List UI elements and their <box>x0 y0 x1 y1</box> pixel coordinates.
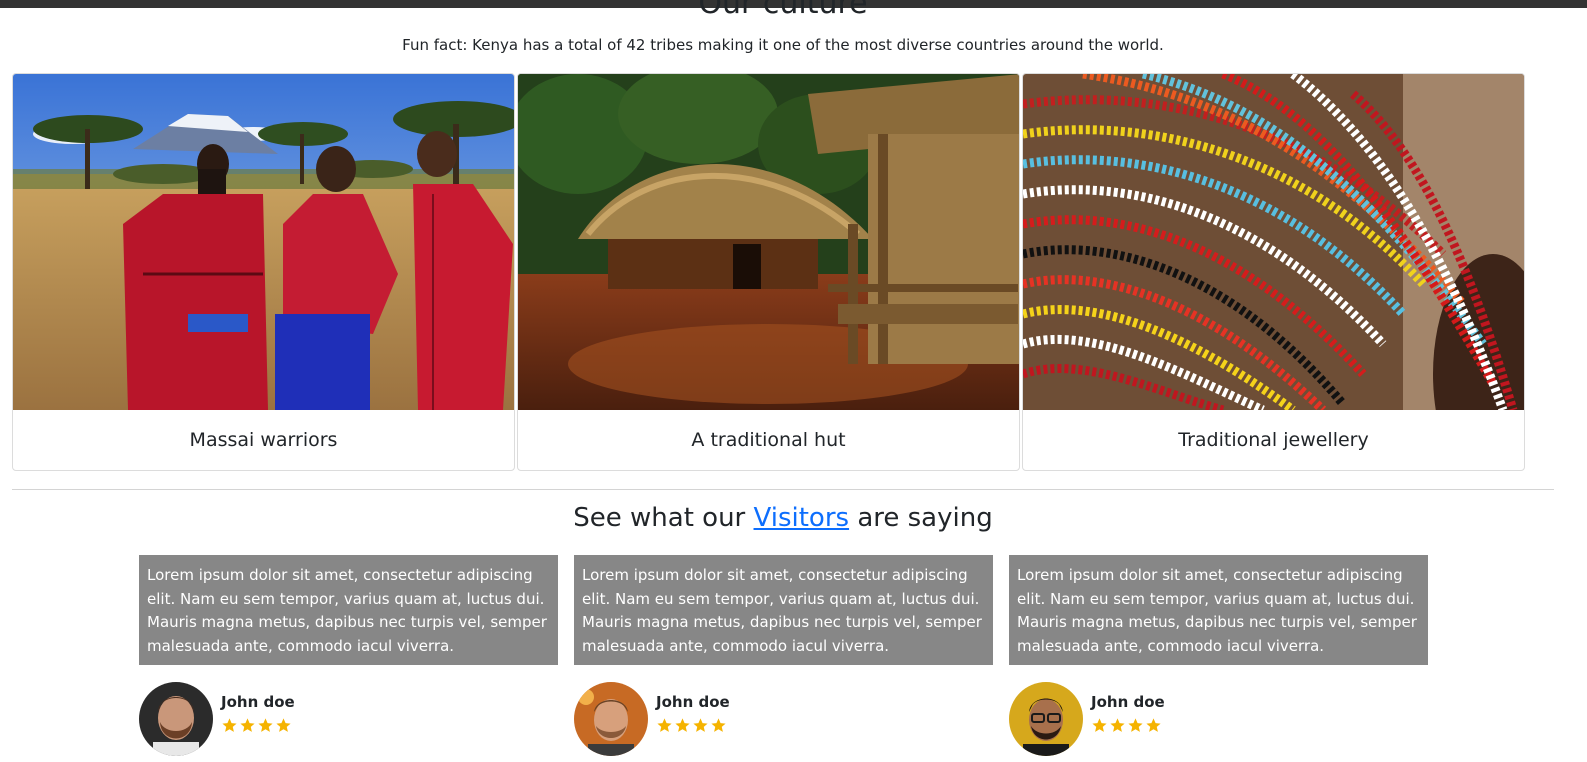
star-icon <box>276 718 291 732</box>
avatar <box>1009 682 1083 756</box>
section-divider <box>12 489 1554 490</box>
traditional-jewellery-image <box>1023 74 1524 410</box>
visitors-heading-suffix: are saying <box>849 503 993 533</box>
culture-title: Our culture <box>698 0 868 21</box>
card-traditional-jewellery[interactable]: Traditional jewellery <box>1022 73 1525 471</box>
testimonial-card: Lorem ipsum dolor sit amet, consectetur … <box>1009 555 1428 756</box>
star-icon <box>1128 718 1143 732</box>
card-caption: Massai warriors <box>189 429 338 451</box>
testimonial-quote: Lorem ipsum dolor sit amet, consectetur … <box>1009 555 1428 665</box>
avatar <box>139 682 213 756</box>
star-icon <box>657 718 672 732</box>
visitors-heading: See what our Visitors are saying <box>0 501 1566 535</box>
star-icon <box>693 718 708 732</box>
card-massai-warriors[interactable]: Massai warriors <box>12 73 515 471</box>
rating-stars <box>1091 717 1162 734</box>
fun-fact-text: Fun fact: Kenya has a total of 42 tribes… <box>402 36 1164 54</box>
massai-warriors-image <box>13 74 514 410</box>
star-icon <box>222 718 237 732</box>
star-icon <box>711 718 726 732</box>
star-icon <box>1146 718 1161 732</box>
card-traditional-hut[interactable]: A traditional hut <box>517 73 1020 471</box>
avatar <box>574 682 648 756</box>
author-name: John doe <box>1091 693 1165 711</box>
card-caption: A traditional hut <box>691 429 846 451</box>
traditional-hut-image <box>518 74 1019 410</box>
rating-stars <box>656 717 727 734</box>
star-icon <box>1110 718 1125 732</box>
author-name: John doe <box>221 693 295 711</box>
testimonial-card: Lorem ipsum dolor sit amet, consectetur … <box>139 555 558 756</box>
star-icon <box>258 718 273 732</box>
star-icon <box>675 718 690 732</box>
visitors-heading-prefix: See what our <box>573 503 754 533</box>
star-icon <box>1092 718 1107 732</box>
culture-cards: Massai warriors A traditional hut Tradit… <box>12 73 1527 471</box>
testimonial-quote: Lorem ipsum dolor sit amet, consectetur … <box>574 555 993 665</box>
scrollbar[interactable] <box>1568 8 1587 762</box>
rating-stars <box>221 717 292 734</box>
card-caption: Traditional jewellery <box>1178 429 1369 451</box>
testimonial-card: Lorem ipsum dolor sit amet, consectetur … <box>574 555 993 756</box>
visitors-link[interactable]: Visitors <box>754 503 850 533</box>
testimonial-quote: Lorem ipsum dolor sit amet, consectetur … <box>139 555 558 665</box>
author-name: John doe <box>656 693 730 711</box>
star-icon <box>240 718 255 732</box>
